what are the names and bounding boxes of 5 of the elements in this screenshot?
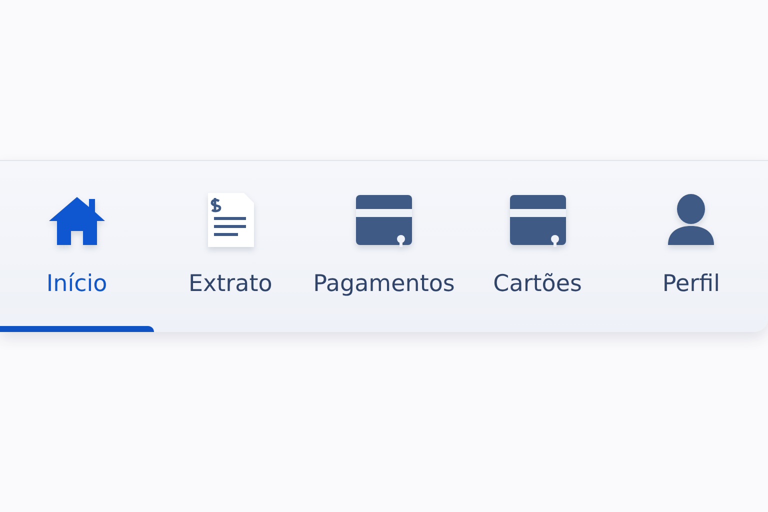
nav-tab[interactable]: Cartões bbox=[460, 161, 614, 332]
nav-tab[interactable]: Extrato bbox=[154, 161, 308, 332]
nav-tab[interactable]: Início bbox=[0, 161, 154, 332]
nav-tab[interactable]: Perfil bbox=[614, 161, 768, 332]
nav-tab[interactable]: Pagamentos bbox=[307, 161, 461, 332]
